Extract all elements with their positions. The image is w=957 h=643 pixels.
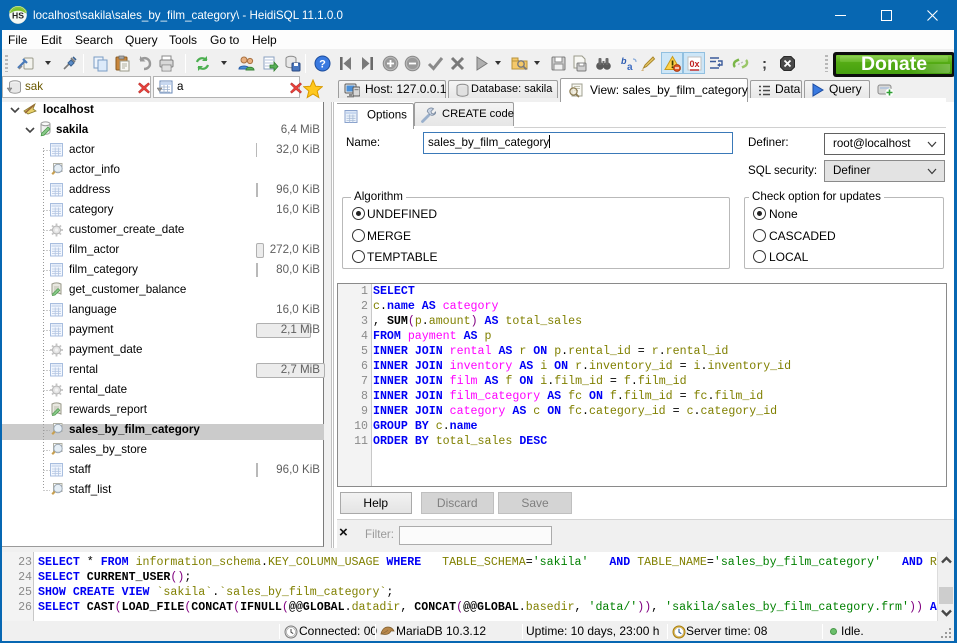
svg-text:0x: 0x — [689, 59, 699, 69]
svg-text:?: ? — [319, 59, 326, 71]
svg-text:a: a — [627, 62, 633, 72]
svg-text:HS: HS — [12, 10, 24, 20]
svg-text:;: ; — [762, 56, 767, 73]
